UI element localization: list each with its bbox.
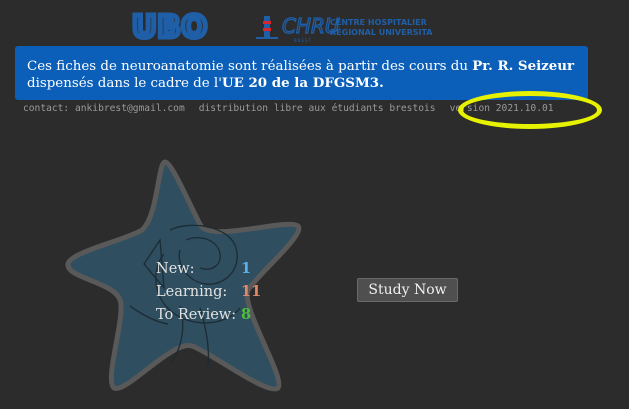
banner-text-1: Ces fiches de neuroanatomie sont réalisé… — [27, 59, 473, 74]
distribution-text: distribution libre aux étudiants brestoi… — [198, 103, 436, 114]
stat-learning-label: Learning: — [156, 283, 228, 300]
banner-text-2: dispensés dans le cadre de l' — [27, 76, 222, 91]
deck-stats: New: 1 Learning: 11 To Review: 8 — [156, 257, 261, 326]
chru-subtitle-1: CENTRE HOSPITALIER — [330, 18, 427, 27]
stat-review: To Review: 8 — [156, 303, 261, 326]
banner-course: UE 20 de la DFGSM3. — [221, 75, 384, 91]
study-now-button[interactable]: Study Now — [357, 278, 458, 302]
stat-review-value: 8 — [241, 306, 252, 323]
chru-logo: CHRU CENTRE HOSPITALIER RÉGIONAL UNIVERS… — [256, 13, 432, 43]
stat-new-value: 1 — [241, 260, 252, 277]
contact-text: contact: ankibrest@gmail.com — [23, 103, 185, 114]
stat-learning: Learning: 11 — [156, 280, 261, 303]
ubo-logo-text: UBO — [132, 11, 208, 41]
ubo-logo: UBO — [130, 11, 210, 41]
stat-review-label: To Review: — [156, 306, 237, 323]
banner-author: Pr. R. Seizeur — [472, 58, 575, 74]
deck-overview: UBO CHRU CENTRE HOSPITALIER RÉGIONAL UNI… — [0, 0, 629, 409]
stat-new: New: 1 — [156, 257, 261, 280]
chru-subtitle-2: RÉGIONAL UNIVERSITAIRE — [330, 26, 432, 37]
stat-learning-value: 11 — [241, 283, 262, 300]
chru-small-text: BREST — [294, 38, 312, 43]
version-highlight-ring — [458, 91, 602, 129]
stat-new-label: New: — [156, 260, 195, 277]
